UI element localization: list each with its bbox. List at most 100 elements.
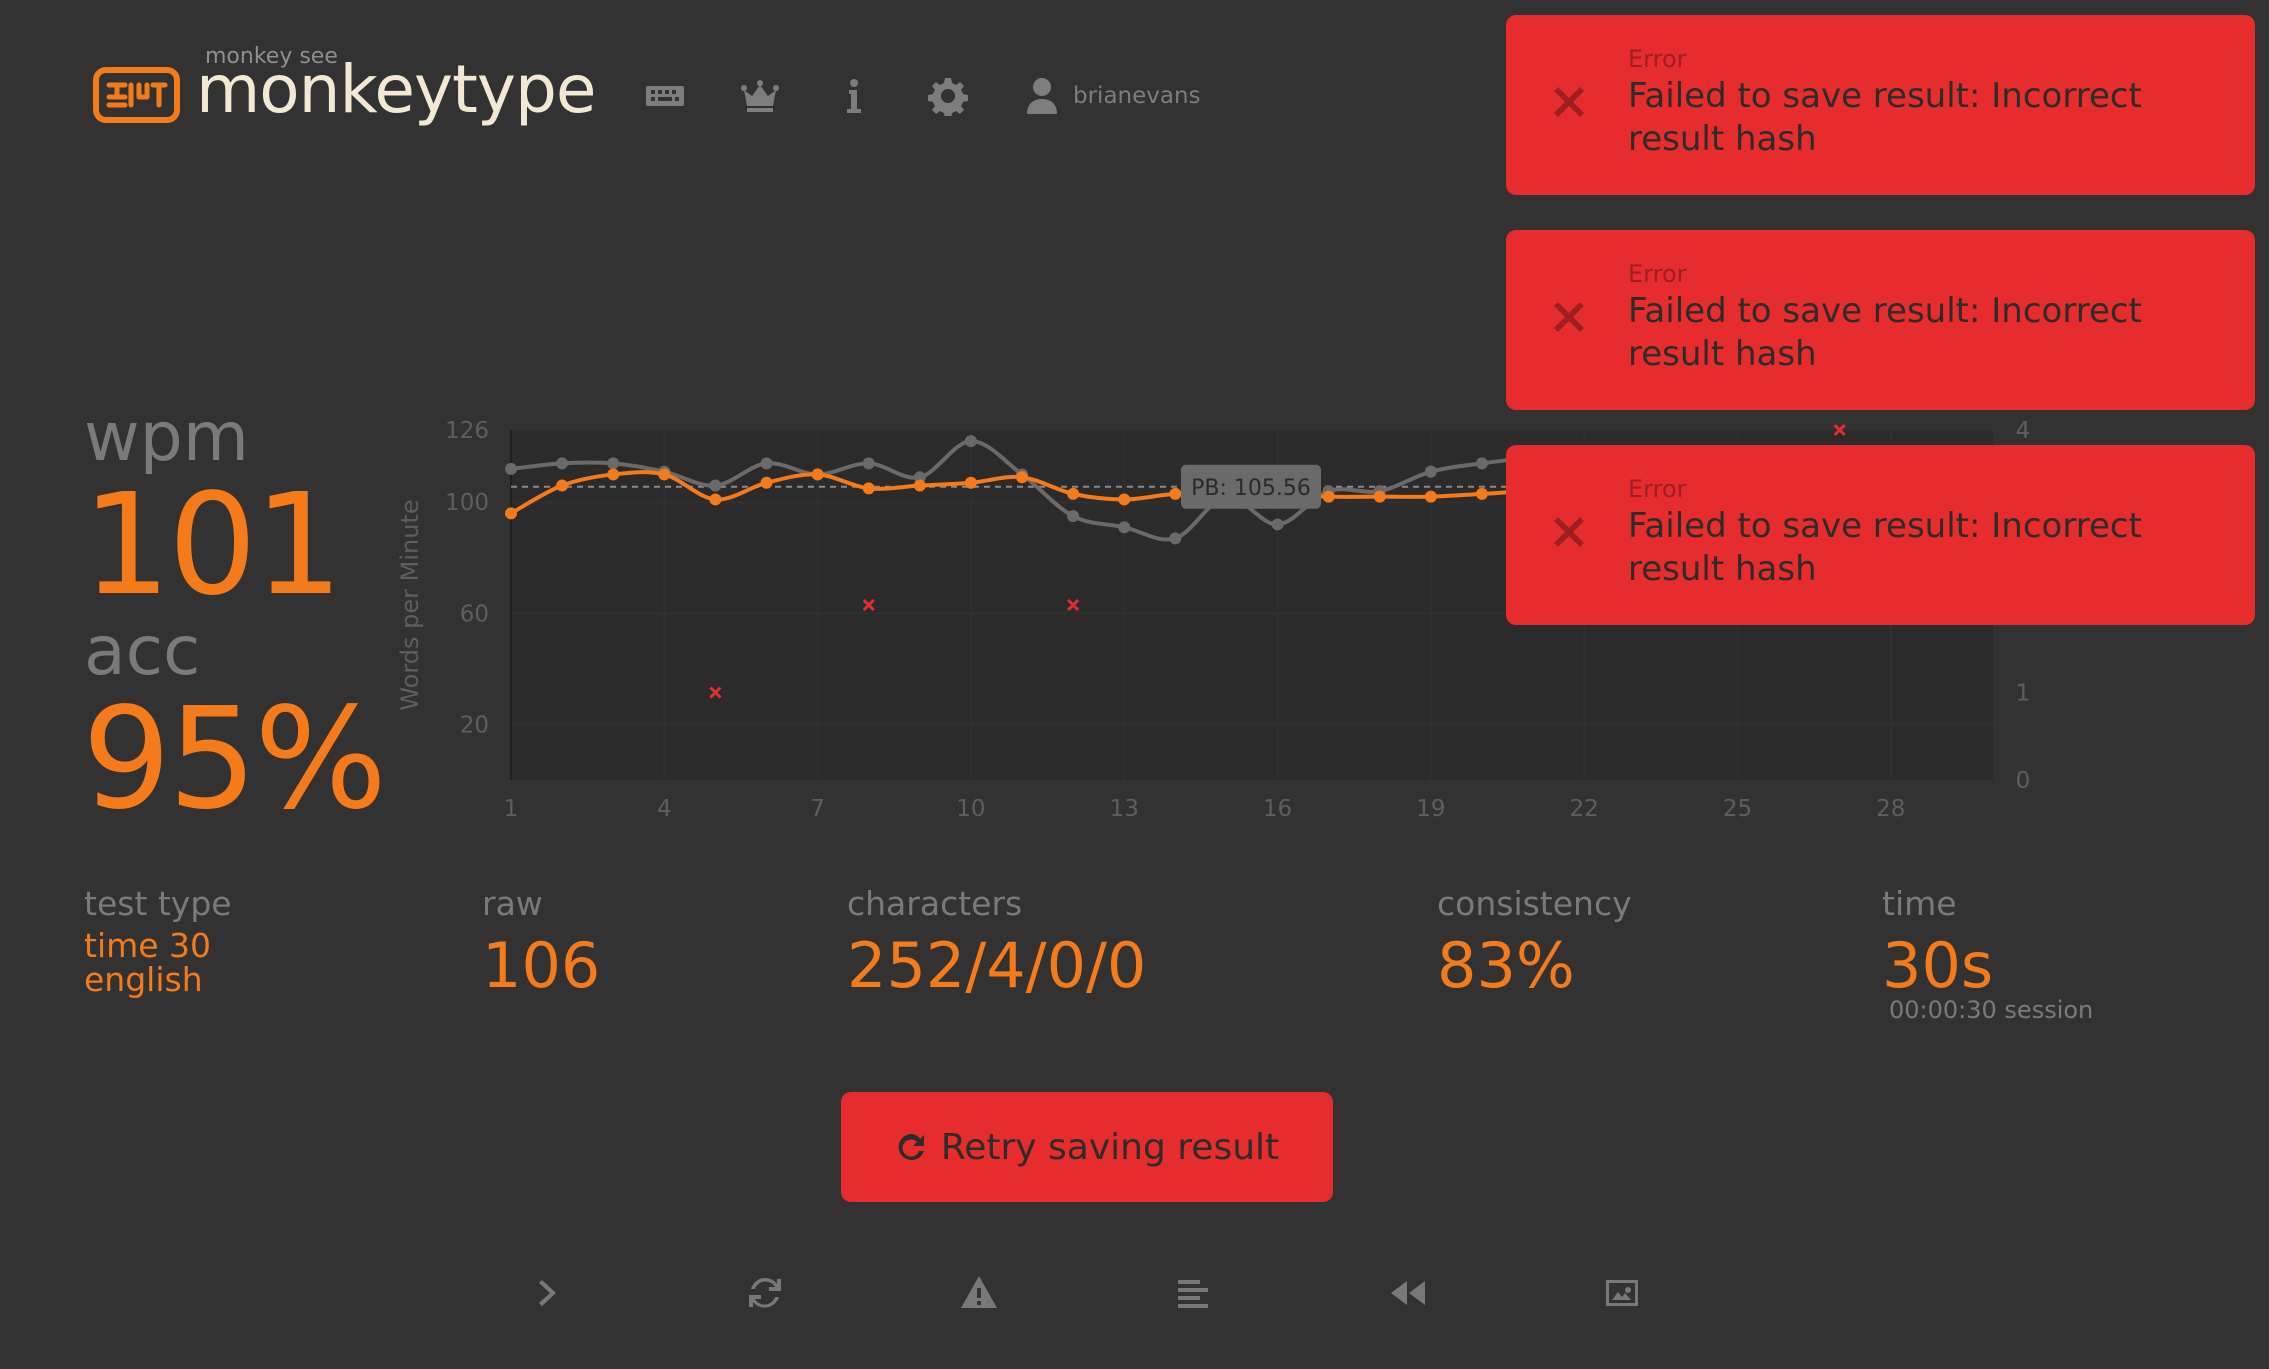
acc-value: 95% — [82, 678, 387, 841]
wpm-point — [1169, 487, 1182, 500]
practice-missed-button[interactable] — [951, 1268, 1007, 1318]
info-icon — [847, 79, 861, 113]
raw-point — [505, 462, 517, 475]
error-point — [862, 598, 875, 612]
pb-annotation: PB: 105.56 — [1181, 464, 1321, 509]
username: brianevans — [1073, 83, 1201, 109]
raw-value: 106 — [482, 929, 601, 1002]
y2-tick-label: 1 — [2016, 681, 2031, 707]
y2-tick-label: 4 — [2016, 418, 2031, 444]
time-value: 30s — [1882, 929, 1994, 1002]
replay-button[interactable] — [1380, 1268, 1436, 1318]
error-point — [1067, 598, 1080, 612]
test-type-label: test type — [84, 884, 232, 923]
error-point — [1833, 423, 1846, 437]
nav-test-button[interactable] — [643, 74, 687, 118]
dismiss-notification-button[interactable] — [1552, 85, 1592, 125]
notification-title: Error — [1628, 475, 1687, 503]
redo-icon — [898, 1133, 924, 1160]
retry-saving-label: Retry saving result — [940, 1126, 1280, 1168]
gear-icon — [928, 78, 968, 116]
close-icon — [1554, 302, 1584, 332]
dismiss-notification-button[interactable] — [1552, 515, 1592, 555]
next-test-icon — [539, 1280, 556, 1306]
next-test-button[interactable] — [521, 1268, 577, 1318]
wpm-point — [1271, 487, 1284, 500]
nav-about-button[interactable] — [832, 74, 876, 118]
y2-tick-label: 0 — [2016, 768, 2031, 794]
wpm-point — [1118, 493, 1131, 506]
raw-point — [913, 471, 926, 484]
restart-icon — [749, 1278, 781, 1308]
consistency-label: consistency — [1437, 884, 1632, 923]
x-tick-label: 22 — [1570, 796, 1599, 822]
raw-point — [1016, 468, 1029, 481]
raw-point — [709, 479, 722, 492]
y-tick-label: 100 — [445, 490, 489, 516]
monkeytype-logo-icon — [93, 67, 180, 123]
wpm-point — [505, 507, 517, 520]
logo-text: monkeytype — [196, 51, 596, 128]
raw-point — [1271, 518, 1284, 531]
raw-point — [760, 457, 773, 470]
words-history-button[interactable] — [1165, 1268, 1221, 1318]
wpm-point — [913, 479, 926, 492]
x-tick-label: 25 — [1723, 796, 1752, 822]
dismiss-notification-button[interactable] — [1552, 300, 1592, 340]
raw-label: raw — [482, 884, 543, 923]
wpm-point — [607, 468, 620, 481]
y-tick-label: 60 — [460, 601, 489, 627]
raw-point — [607, 457, 620, 470]
consistency-value: 83% — [1437, 929, 1575, 1002]
wpm-point — [556, 479, 569, 492]
wpm-point — [1016, 471, 1029, 484]
wpm-point — [658, 468, 671, 481]
words-history-icon — [1178, 1280, 1208, 1308]
retry-saving-button[interactable]: Retry saving result — [841, 1092, 1333, 1202]
wpm-point — [1220, 487, 1233, 500]
raw-point — [862, 457, 875, 470]
user-icon — [1027, 78, 1057, 114]
nav-settings-button[interactable] — [926, 74, 970, 118]
notification-message: Failed to save result: Incorrect result … — [1628, 291, 2142, 374]
notification-title: Error — [1628, 260, 1687, 288]
time-label: time — [1882, 884, 1957, 923]
raw-point — [811, 468, 824, 481]
x-tick-label: 4 — [657, 796, 672, 822]
wpm-point — [1067, 487, 1080, 500]
error-notification[interactable]: Error Failed to save result: Incorrect r… — [1506, 15, 2255, 195]
screenshot-button[interactable] — [1594, 1268, 1650, 1318]
x-tick-label: 28 — [1876, 796, 1905, 822]
nav-leaderboards-button[interactable] — [738, 74, 782, 118]
y-tick-label: 20 — [460, 712, 489, 738]
wpm-point — [1424, 490, 1437, 503]
wpm-point — [811, 468, 824, 481]
error-notification[interactable]: Error Failed to save result: Incorrect r… — [1506, 445, 2255, 625]
nav-account-button[interactable]: brianevans — [1025, 74, 1201, 118]
close-icon — [1554, 87, 1584, 117]
wpm-point — [862, 482, 875, 495]
notification-title: Error — [1628, 45, 1687, 73]
wpm-point — [709, 493, 722, 506]
keyboard-icon — [646, 86, 684, 106]
restart-test-button[interactable] — [737, 1268, 793, 1318]
raw-point — [1220, 490, 1233, 503]
raw-point — [1169, 532, 1182, 545]
x-tick-label: 16 — [1263, 796, 1292, 822]
x-tick-label: 10 — [956, 796, 985, 822]
test-type-mode: time 30 — [84, 926, 212, 965]
chart-ylabel: Words per Minute — [396, 499, 424, 710]
wpm-point — [760, 476, 773, 489]
y-tick-label: 126 — [445, 418, 489, 444]
crown-icon — [741, 80, 779, 112]
wpm-point — [1373, 490, 1386, 503]
notification-message: Failed to save result: Incorrect result … — [1628, 76, 2142, 159]
wpm-label: wpm — [84, 398, 250, 477]
x-tick-label: 7 — [810, 796, 825, 822]
wpm-value: 101 — [82, 464, 343, 627]
warning-icon — [961, 1276, 997, 1308]
error-notification[interactable]: Error Failed to save result: Incorrect r… — [1506, 230, 2255, 410]
wpm-point — [964, 476, 977, 489]
characters-label: characters — [847, 884, 1023, 923]
notification-message: Failed to save result: Incorrect result … — [1628, 506, 2142, 589]
